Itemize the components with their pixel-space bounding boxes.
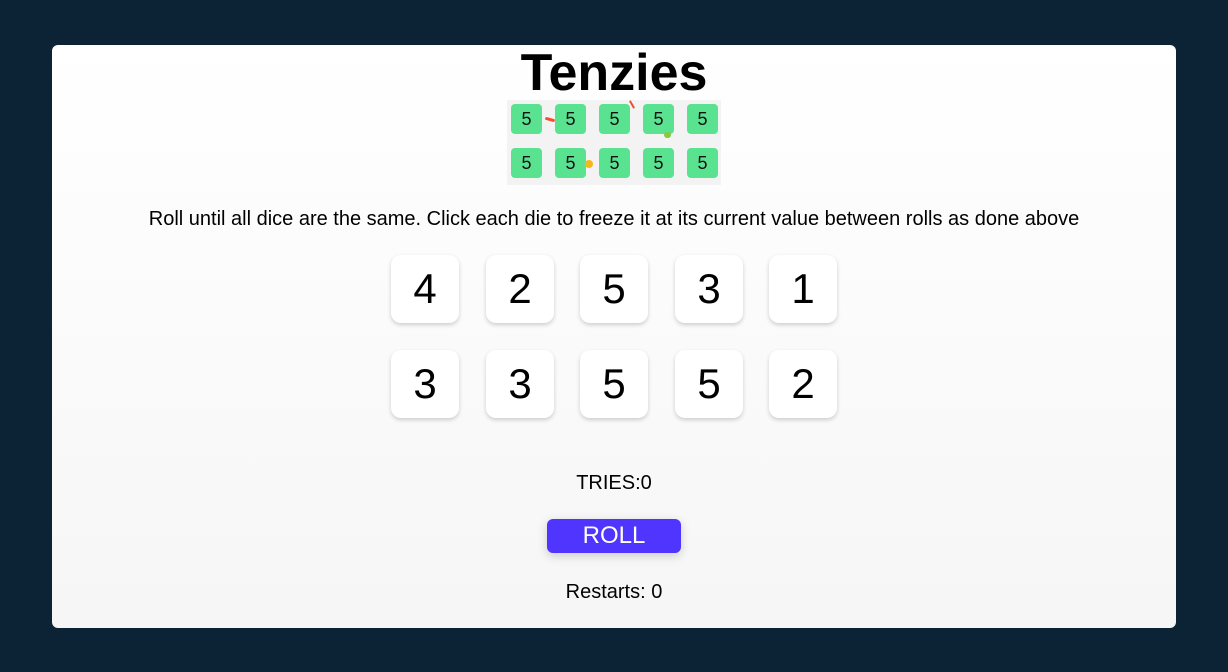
die[interactable]: 2 <box>769 350 837 418</box>
die[interactable]: 3 <box>675 255 743 323</box>
demo-die: 5 <box>687 104 718 134</box>
game-title: Tenzies <box>520 44 708 102</box>
die[interactable]: 3 <box>486 350 554 418</box>
instructions-text: Roll until all dice are the same. Click … <box>148 208 1080 230</box>
demo-die: 5 <box>555 104 586 134</box>
demo-animation: 5 5 5 5 5 5 5 5 5 5 <box>507 100 721 185</box>
demo-die: 5 <box>555 148 586 178</box>
tries-counter: TRIES:0 <box>576 472 652 494</box>
die[interactable]: 5 <box>580 350 648 418</box>
confetti-piece <box>544 116 556 123</box>
die[interactable]: 3 <box>391 350 459 418</box>
demo-die: 5 <box>599 104 630 134</box>
roll-button[interactable]: ROLL <box>547 519 681 553</box>
confetti-piece <box>585 160 593 168</box>
game-card: Tenzies 5 5 5 5 5 5 5 5 5 5 Roll until a… <box>52 45 1176 628</box>
die[interactable]: 5 <box>580 255 648 323</box>
die[interactable]: 4 <box>391 255 459 323</box>
die[interactable]: 2 <box>486 255 554 323</box>
die[interactable]: 5 <box>675 350 743 418</box>
demo-die: 5 <box>599 148 630 178</box>
demo-die: 5 <box>511 148 542 178</box>
demo-die: 5 <box>511 104 542 134</box>
confetti-piece <box>664 132 671 138</box>
restarts-counter: Restarts: 0 <box>565 581 663 603</box>
demo-die: 5 <box>643 148 674 178</box>
demo-die: 5 <box>687 148 718 178</box>
demo-die: 5 <box>643 104 674 134</box>
die[interactable]: 1 <box>769 255 837 323</box>
